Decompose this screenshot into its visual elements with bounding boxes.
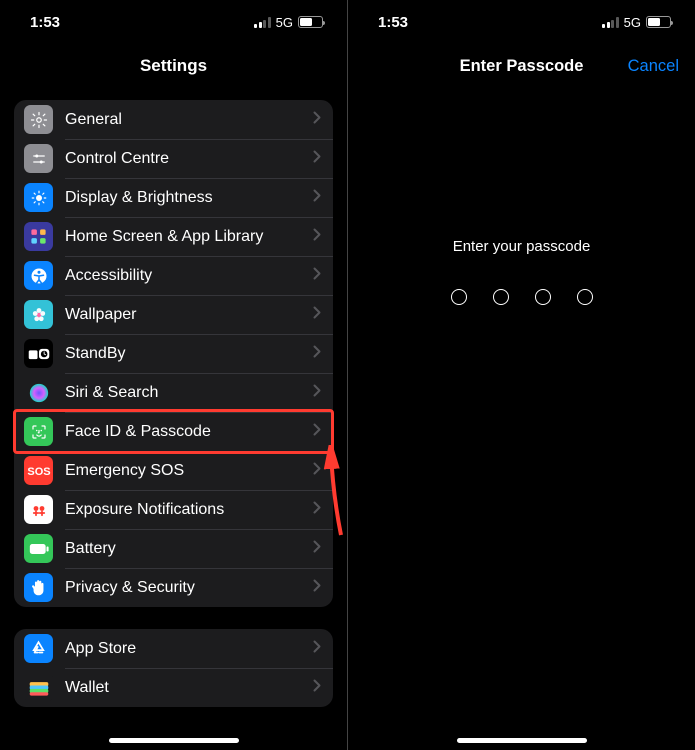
battery-icon	[24, 534, 53, 563]
passcode-header: Enter Passcode Cancel	[348, 44, 695, 88]
settings-row-label: StandBy	[65, 345, 313, 363]
passcode-title: Enter Passcode	[460, 57, 584, 76]
passcode-prompt: Enter your passcode	[453, 238, 591, 255]
faceid-icon	[24, 417, 53, 446]
standby-icon	[24, 339, 53, 368]
sos-icon: SOS	[24, 456, 53, 485]
settings-row-label: Display & Brightness	[65, 189, 313, 207]
chevron-right-icon	[313, 579, 321, 597]
chevron-right-icon	[313, 501, 321, 519]
control-centre-icon	[24, 144, 53, 173]
passcode-dot	[535, 289, 551, 305]
home-indicator[interactable]	[457, 738, 587, 743]
settings-row-label: Face ID & Passcode	[65, 423, 313, 441]
passcode-dot	[451, 289, 467, 305]
settings-row-label: Battery	[65, 540, 313, 558]
network-type: 5G	[276, 15, 293, 30]
settings-row-accessibility[interactable]: Accessibility	[14, 256, 333, 295]
settings-row-display[interactable]: Display & Brightness	[14, 178, 333, 217]
wallet-icon	[24, 673, 53, 702]
settings-row-label: Wallpaper	[65, 306, 313, 324]
wallpaper-icon	[24, 300, 53, 329]
settings-row-appstore[interactable]: App Store	[14, 629, 333, 668]
settings-row-label: Home Screen & App Library	[65, 228, 313, 246]
settings-row-label: App Store	[65, 640, 313, 658]
settings-row-siri[interactable]: Siri & Search	[14, 373, 333, 412]
settings-group-store: App Store Wallet	[14, 629, 333, 707]
chevron-right-icon	[313, 679, 321, 697]
settings-row-label: Siri & Search	[65, 384, 313, 402]
battery-icon	[646, 16, 671, 28]
chevron-right-icon	[313, 228, 321, 246]
settings-group-main: General Control Centre Display & Brightnes…	[14, 100, 333, 607]
home-screen-icon	[24, 222, 53, 251]
cancel-button[interactable]: Cancel	[628, 57, 679, 76]
chevron-right-icon	[313, 345, 321, 363]
appstore-icon	[24, 634, 53, 663]
passcode-dot	[577, 289, 593, 305]
svg-text:SOS: SOS	[27, 466, 50, 478]
settings-row-label: Control Centre	[65, 150, 313, 168]
cell-signal-icon	[602, 17, 619, 28]
settings-row-standby[interactable]: StandBy	[14, 334, 333, 373]
status-time: 1:53	[30, 14, 60, 31]
settings-row-label: Emergency SOS	[65, 462, 313, 480]
status-time: 1:53	[378, 14, 408, 31]
privacy-icon	[24, 573, 53, 602]
network-type: 5G	[624, 15, 641, 30]
chevron-right-icon	[313, 640, 321, 658]
status-bar: 1:53 5G	[348, 0, 695, 44]
display-icon	[24, 183, 53, 212]
chevron-right-icon	[313, 462, 321, 480]
chevron-right-icon	[313, 423, 321, 441]
settings-row-sos[interactable]: SOS Emergency SOS	[14, 451, 333, 490]
settings-row-wallpaper[interactable]: Wallpaper	[14, 295, 333, 334]
page-title: Settings	[0, 44, 347, 88]
accessibility-icon	[24, 261, 53, 290]
settings-row-label: Exposure Notifications	[65, 501, 313, 519]
home-indicator[interactable]	[109, 738, 239, 743]
siri-icon	[24, 378, 53, 407]
passcode-dots	[451, 289, 593, 305]
chevron-right-icon	[313, 111, 321, 129]
chevron-right-icon	[313, 267, 321, 285]
passcode-dot	[493, 289, 509, 305]
settings-row-battery[interactable]: Battery	[14, 529, 333, 568]
settings-row-faceid[interactable]: Face ID & Passcode	[14, 412, 333, 451]
settings-row-label: General	[65, 111, 313, 129]
settings-row-label: Privacy & Security	[65, 579, 313, 597]
exposure-icon	[24, 495, 53, 524]
settings-row-privacy[interactable]: Privacy & Security	[14, 568, 333, 607]
phone-screen-passcode: 1:53 5G Enter Passcode Cancel Enter your…	[348, 0, 695, 750]
settings-row-wallet[interactable]: Wallet	[14, 668, 333, 707]
settings-row-control-centre[interactable]: Control Centre	[14, 139, 333, 178]
settings-row-label: Accessibility	[65, 267, 313, 285]
cell-signal-icon	[254, 17, 271, 28]
chevron-right-icon	[313, 306, 321, 324]
chevron-right-icon	[313, 384, 321, 402]
settings-row-label: Wallet	[65, 679, 313, 697]
general-icon	[24, 105, 53, 134]
phone-screen-settings: 1:53 5G Settings General Control Centre Di…	[0, 0, 347, 750]
settings-row-exposure[interactable]: Exposure Notifications	[14, 490, 333, 529]
settings-row-general[interactable]: General	[14, 100, 333, 139]
settings-row-home-screen[interactable]: Home Screen & App Library	[14, 217, 333, 256]
chevron-right-icon	[313, 189, 321, 207]
battery-icon	[298, 16, 323, 28]
chevron-right-icon	[313, 540, 321, 558]
status-bar: 1:53 5G	[0, 0, 347, 44]
chevron-right-icon	[313, 150, 321, 168]
